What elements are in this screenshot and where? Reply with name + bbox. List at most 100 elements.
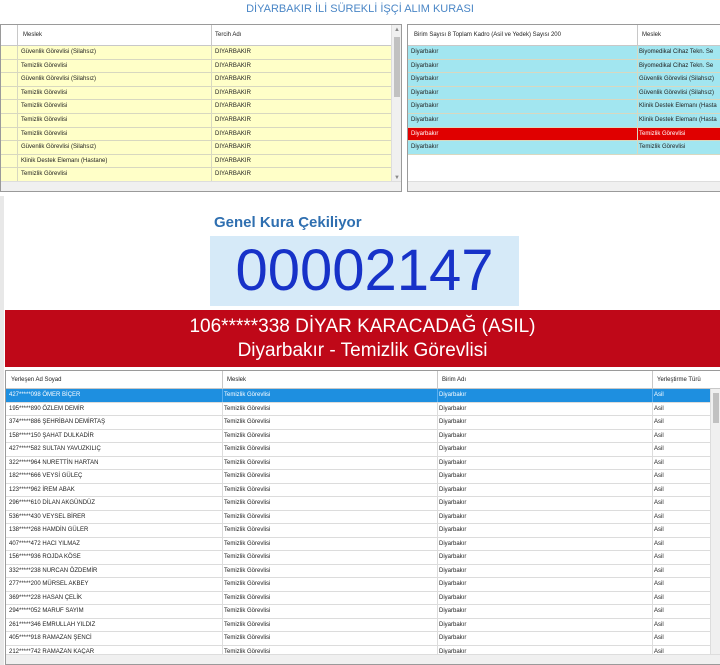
cell-meslek: Temizlik Görevlisi xyxy=(224,621,271,628)
table-row[interactable]: 536*****430 VEYSEL BİRER Temizlik Görevli… xyxy=(6,510,720,524)
table-row[interactable]: 332*****238 NURCAN ÖZDEMİR Temizlik Görev… xyxy=(6,564,720,578)
table-row[interactable]: Diyarbakır Güvenlik Görevlisi (Silahsız) xyxy=(408,73,720,87)
column-header-birim[interactable]: Birim Sayısı 8 Toplam Kadro (Asil ve Yed… xyxy=(414,25,561,46)
preference-table-hscrollbar[interactable] xyxy=(1,181,401,191)
table-row[interactable]: 405*****918 RAMAZAN ŞENCİ Temizlik Görevl… xyxy=(6,632,720,646)
cell-ad-soyad: 374*****886 ŞEHRİBAN DEMİRTAŞ xyxy=(9,419,106,425)
table-row[interactable]: 158*****150 ŞAHAT DULKADİR Temizlik Görev… xyxy=(6,429,720,443)
table-row[interactable]: 322*****964 NURETTİN HARTAN Temizlik Göre… xyxy=(6,456,720,470)
column-header-birim[interactable]: Birim Adı xyxy=(442,371,466,389)
preference-table-header: Meslek Tercih Adı xyxy=(1,25,401,46)
cell-meslek: Güvenlik Görevlisi (Silahsız) xyxy=(21,76,97,83)
table-row[interactable]: 195*****890 ÖZLEM DEMİR Temizlik Görevlis… xyxy=(6,402,720,416)
cell-birim: Diyarbakır xyxy=(411,89,439,96)
cell-birim: Diyarbakır xyxy=(411,144,439,151)
table-row[interactable]: Güvenlik Görevlisi (Silahsız) DIYARBAKIR xyxy=(1,73,401,87)
scroll-thumb[interactable] xyxy=(713,393,719,423)
cell-tur: Asil xyxy=(654,459,664,466)
table-row[interactable]: 369*****228 HASAN ÇELİK Temizlik Görevlis… xyxy=(6,591,720,605)
placement-table-scrollbar[interactable] xyxy=(710,389,720,664)
cell-birim: Diyarbakır xyxy=(439,540,467,547)
unit-table-hscrollbar[interactable] xyxy=(408,181,720,191)
cell-ad-soyad: 407*****472 HACI YILMAZ xyxy=(9,540,80,547)
table-row[interactable]: Güvenlik Görevlisi (Silahsız) DIYARBAKIR xyxy=(1,141,401,155)
table-row[interactable]: Diyarbakır Biyomedikal Cihaz Tekn. Se xyxy=(408,46,720,60)
cell-meslek: Temizlik Görevlisi xyxy=(224,446,271,452)
cell-meslek: Temizlik Görevlisi xyxy=(224,419,271,425)
table-row[interactable]: 156*****936 ROJDA KÖSE Temizlik Görevlisi… xyxy=(6,551,720,565)
cell-meslek: Temizlik Görevlisi xyxy=(224,405,271,412)
table-row[interactable]: 407*****472 HACI YILMAZ Temizlik Görevlis… xyxy=(6,537,720,551)
table-row[interactable]: Güvenlik Görevlisi (Silahsız) DIYARBAKIR xyxy=(1,46,401,60)
table-row[interactable]: Diyarbakır Güvenlik Görevlisi (Silahsız) xyxy=(408,86,720,101)
table-row[interactable]: 374*****886 ŞEHRİBAN DEMİRTAŞ Temizlik Gö… xyxy=(6,416,720,430)
table-row[interactable]: Temizlik Görevlisi DIYARBAKIR xyxy=(1,100,401,114)
table-row[interactable]: 277*****200 MÜRSEL AKBEY Temizlik Görevli… xyxy=(6,578,720,592)
cell-tur: Asil xyxy=(654,432,664,439)
table-row[interactable]: 427*****582 SULTAN YAVUZKILIÇ Temizlik Gö… xyxy=(6,443,720,457)
table-row[interactable]: Temizlik Görevlisi DIYARBAKIR xyxy=(1,113,401,128)
table-row[interactable]: Temizlik Görevlisi DIYARBAKIR xyxy=(1,127,401,142)
placement-table[interactable]: Yerleşen Ad Soyad Meslek Birim Adı Yerle… xyxy=(5,370,720,665)
cell-meslek: Temizlik Görevlisi xyxy=(21,171,68,178)
cell-ad-soyad: 536*****430 VEYSEL BİRER xyxy=(9,513,86,520)
table-row[interactable]: Temizlik Görevlisi DIYARBAKIR xyxy=(1,59,401,74)
table-row[interactable]: 182*****666 VEYSİ GÜLEÇ Temizlik Görevlis… xyxy=(6,470,720,484)
table-row[interactable]: Diyarbakır Temizlik Görevlisi xyxy=(408,127,720,142)
scroll-thumb[interactable] xyxy=(394,37,400,97)
column-header-meslek[interactable]: Meslek xyxy=(23,25,42,46)
cell-tercih: DIYARBAKIR xyxy=(215,130,251,137)
table-row[interactable]: Diyarbakır Biyomedikal Cihaz Tekn. Se xyxy=(408,59,720,74)
table-row[interactable]: 294*****052 MARUF SAYIM Temizlik Görevlis… xyxy=(6,605,720,619)
preference-table[interactable]: Meslek Tercih Adı Güvenlik Görevlisi (Si… xyxy=(0,24,402,192)
placement-table-hscrollbar[interactable] xyxy=(6,654,720,664)
column-header-meslek[interactable]: Meslek xyxy=(227,371,246,389)
cell-meslek: Biyomedikal Cihaz Tekn. Se xyxy=(639,62,714,69)
table-row[interactable]: 261*****346 EMRULLAH YILDIZ Temizlik Göre… xyxy=(6,618,720,632)
cell-meslek: Temizlik Görevlisi xyxy=(224,513,271,520)
cell-tur: Asil xyxy=(654,446,664,452)
winner-banner: 106*****338 DİYAR KARACADAĞ (ASIL) Diyar… xyxy=(5,310,720,367)
column-header-tercih[interactable]: Tercih Adı xyxy=(215,25,241,46)
cell-birim: Diyarbakır xyxy=(439,594,467,601)
table-row[interactable]: Diyarbakır Temizlik Görevlisi xyxy=(408,141,720,155)
cell-tur: Asil xyxy=(654,473,664,479)
table-row[interactable]: 138*****268 HAMDİN GÜLER Temizlik Görevli… xyxy=(6,524,720,538)
cell-meslek: Temizlik Görevlisi xyxy=(21,89,68,96)
cell-tur: Asil xyxy=(654,405,664,412)
cell-tercih: DIYARBAKIR xyxy=(215,157,251,164)
cell-meslek: Temizlik Görevlisi xyxy=(224,540,271,547)
preference-table-scrollbar[interactable]: ▲ ▼ xyxy=(391,25,401,183)
table-row[interactable]: 123*****962 İREM ABAK Temizlik Görevlisi D… xyxy=(6,483,720,497)
placement-table-body: 427*****098 ÖMER BİÇER Temizlik Görevlisi… xyxy=(6,389,720,659)
cell-tur: Asil xyxy=(654,500,664,506)
cell-meslek: Temizlik Görevlisi xyxy=(21,62,68,69)
scroll-up-icon[interactable]: ▲ xyxy=(392,25,401,35)
column-header-meslek[interactable]: Meslek xyxy=(642,25,661,46)
cell-tur: Asil xyxy=(654,581,664,587)
cell-ad-soyad: 332*****238 NURCAN ÖZDEMİR xyxy=(9,567,98,574)
table-row[interactable]: Diyarbakır Klinik Destek Elemanı (Hasta xyxy=(408,113,720,128)
cell-ad-soyad: 158*****150 ŞAHAT DULKADİR xyxy=(9,432,94,439)
table-row[interactable]: Klinik Destek Elemanı (Hastane) DIYARBAKI… xyxy=(1,154,401,169)
cell-meslek: Temizlik Görevlisi xyxy=(224,459,271,466)
table-row[interactable]: Temizlik Görevlisi DIYARBAKIR xyxy=(1,86,401,101)
table-row[interactable]: Temizlik Görevlisi DIYARBAKIR xyxy=(1,168,401,182)
cell-birim: Diyarbakır xyxy=(439,527,467,533)
cell-meslek: Klinik Destek Elemanı (Hastane) xyxy=(21,157,108,164)
cell-ad-soyad: 322*****964 NURETTİN HARTAN xyxy=(9,459,99,466)
table-row[interactable]: 427*****098 ÖMER BİÇER Temizlik Görevlisi… xyxy=(6,389,720,403)
cell-meslek: Klinik Destek Elemanı (Hasta xyxy=(639,103,717,110)
cell-birim: Diyarbakır xyxy=(439,500,467,506)
cell-tur: Asil xyxy=(654,540,664,547)
column-header-ad-soyad[interactable]: Yerleşen Ad Soyad xyxy=(11,371,61,389)
unit-table[interactable]: Birim Sayısı 8 Toplam Kadro (Asil ve Yed… xyxy=(407,24,720,192)
table-row[interactable]: Diyarbakır Klinik Destek Elemanı (Hasta xyxy=(408,100,720,114)
table-row[interactable]: 296*****610 DİLAN AKGÜNDÜZ Temizlik Görev… xyxy=(6,497,720,511)
left-edge-divider xyxy=(0,196,4,665)
cell-birim: Diyarbakır xyxy=(439,473,467,479)
column-header-tur[interactable]: Yerleştirme Türü xyxy=(657,371,701,389)
cell-tercih: DIYARBAKIR xyxy=(215,103,251,110)
cell-tercih: DIYARBAKIR xyxy=(215,116,251,123)
cell-meslek: Güvenlik Görevlisi (Silahsız) xyxy=(639,76,715,83)
